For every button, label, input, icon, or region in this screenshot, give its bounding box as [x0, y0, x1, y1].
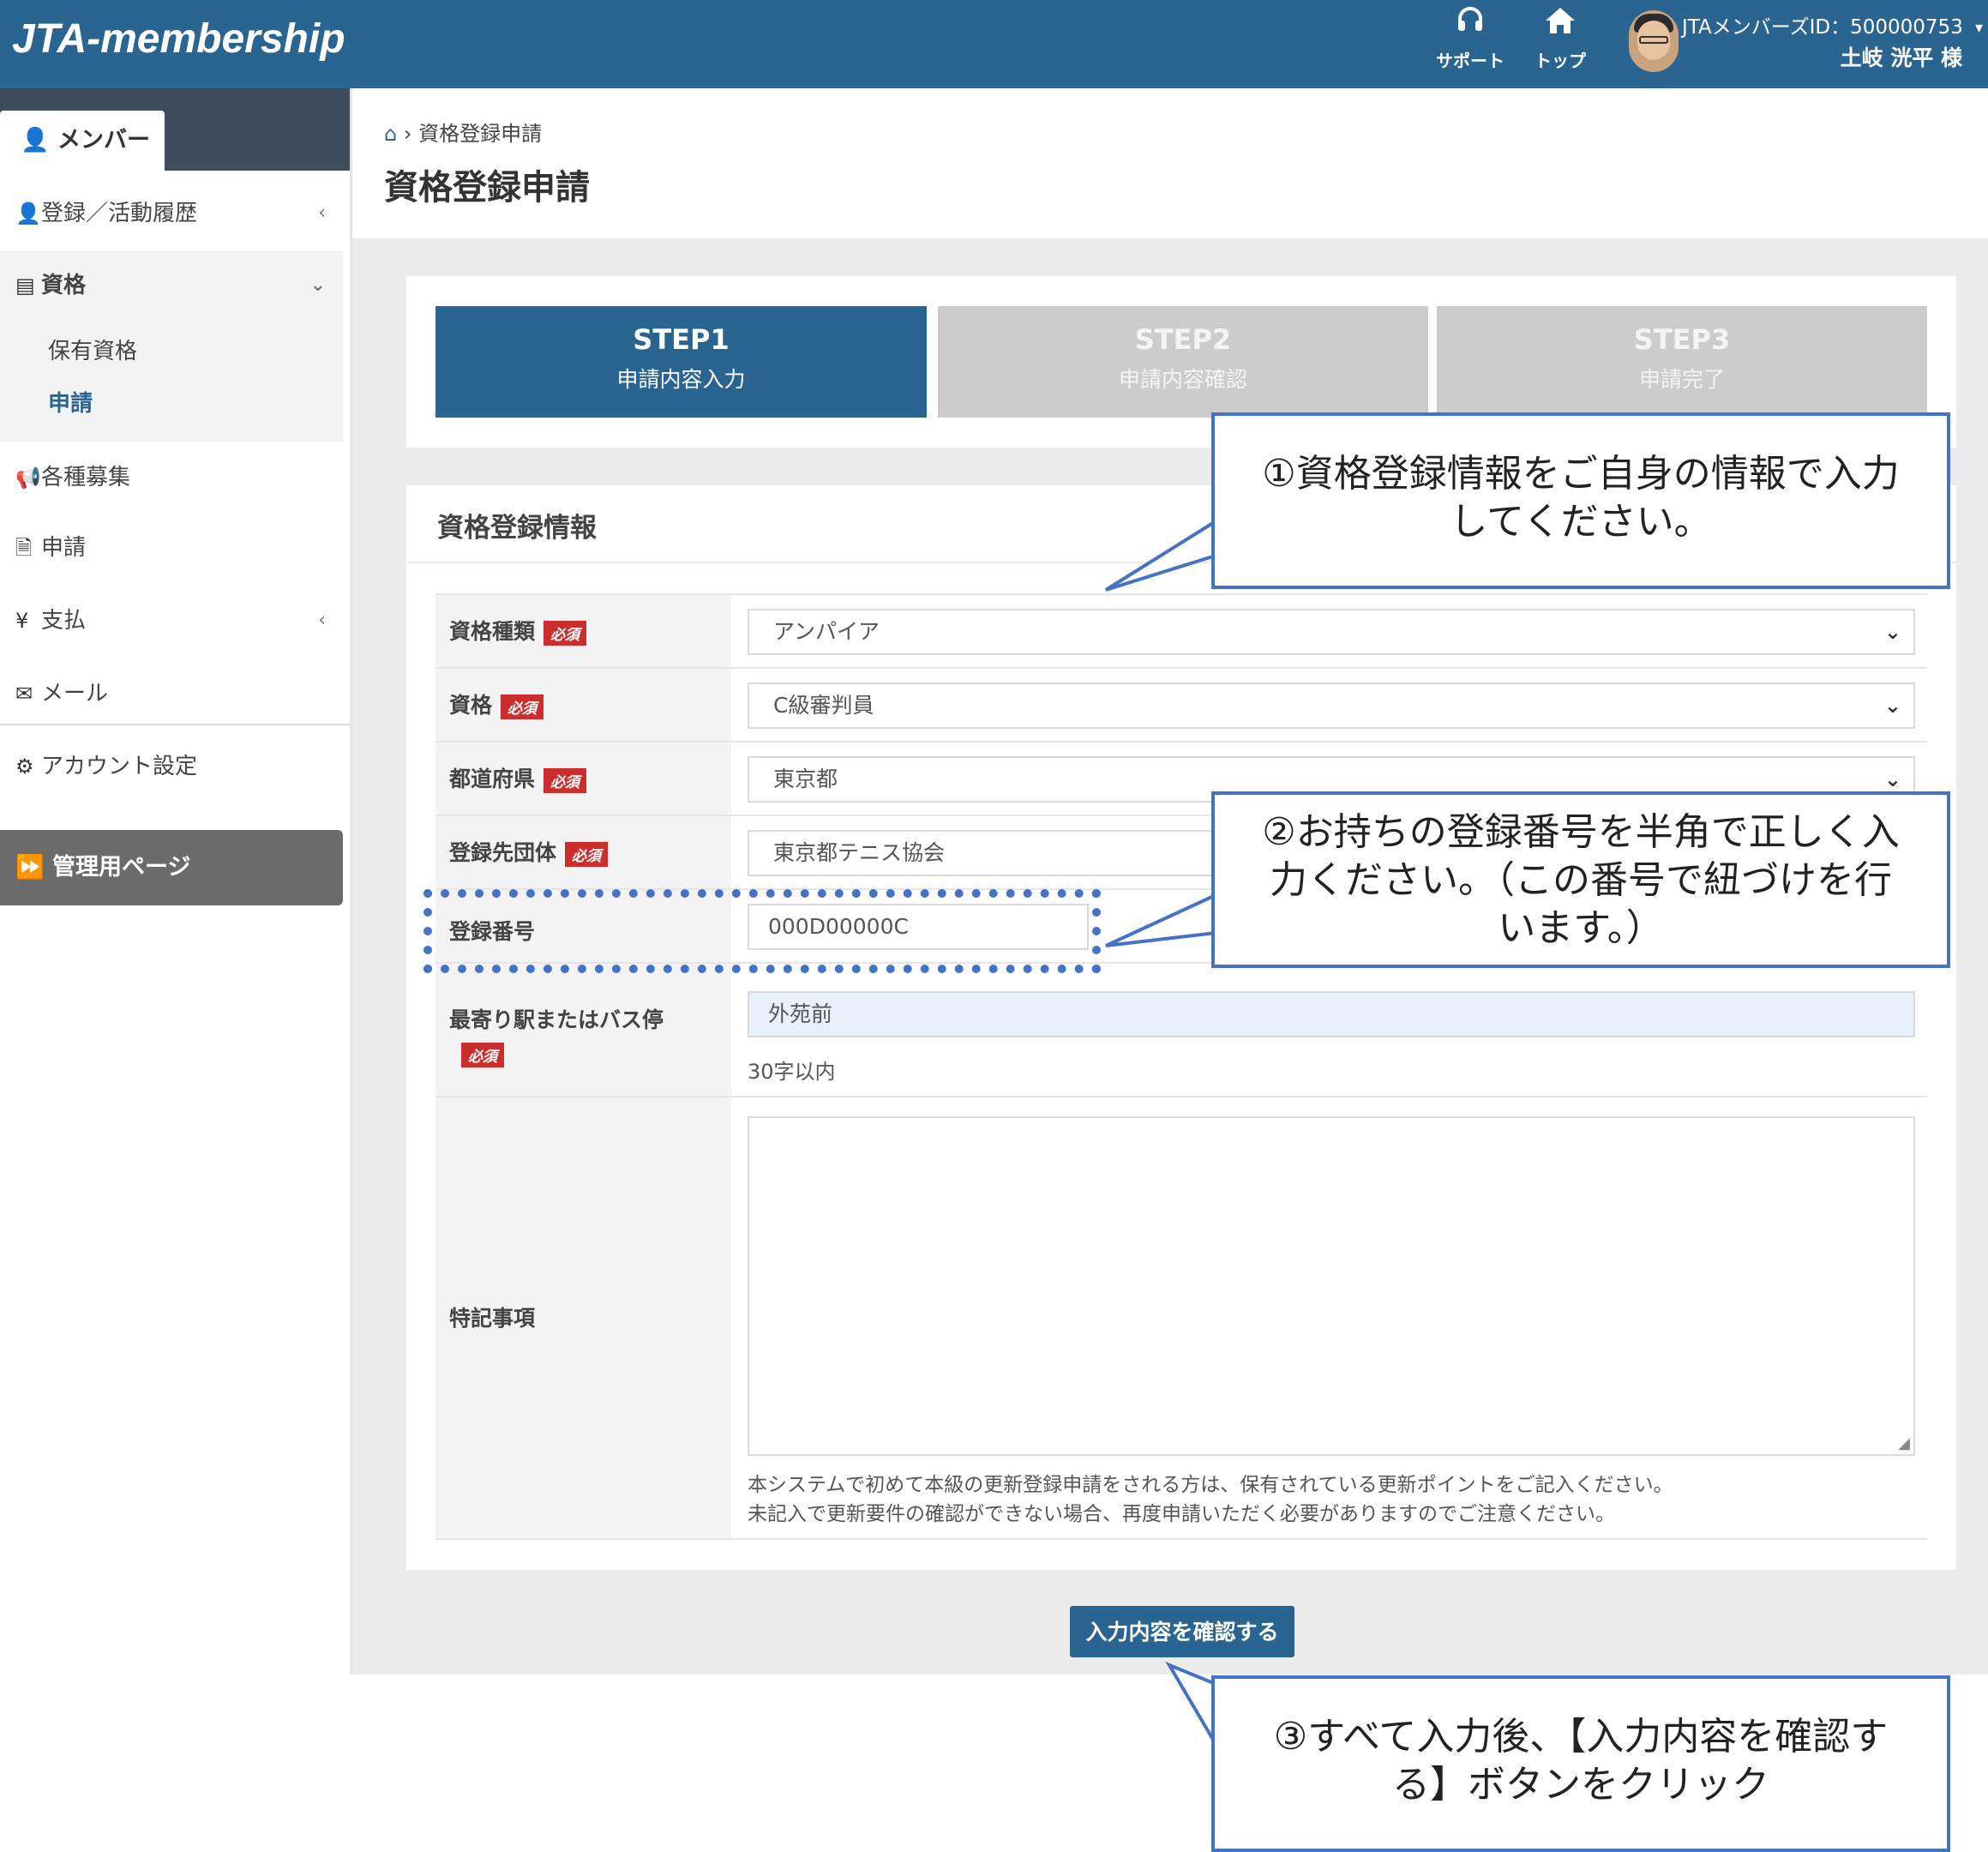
reg-number-highlight	[423, 889, 1101, 973]
callout-1-pointer	[1104, 518, 1217, 592]
callout-3: ③すべて入力後、【入力内容を確認す る】ボタンをクリック	[1211, 1675, 1950, 1852]
callout-2-line-2: 力ください。（この番号で紐づけを行	[1270, 858, 1892, 902]
callout-3-line-1: ③すべて入力後、【入力内容を確認す	[1273, 1715, 1889, 1759]
callout-2: ②お持ちの登録番号を半角で正しく入 力ください。（この番号で紐づけを行 います。…	[1211, 791, 1950, 968]
callout-3-line-2: る】ボタンをクリック	[1392, 1763, 1769, 1807]
callout-1: ①資格登録情報をご自身の情報で入力 してください。	[1211, 412, 1950, 589]
callout-2-pointer	[1105, 892, 1217, 947]
callout-2-line-1: ②お持ちの登録番号を半角で正しく入	[1262, 810, 1900, 854]
callout-3-pointer	[1165, 1661, 1217, 1751]
callout-1-line-2: してください。	[1450, 500, 1712, 544]
callout-1-line-1: ①資格登録情報をご自身の情報で入力	[1262, 452, 1900, 496]
callout-2-line-3: います。）	[1498, 906, 1664, 950]
